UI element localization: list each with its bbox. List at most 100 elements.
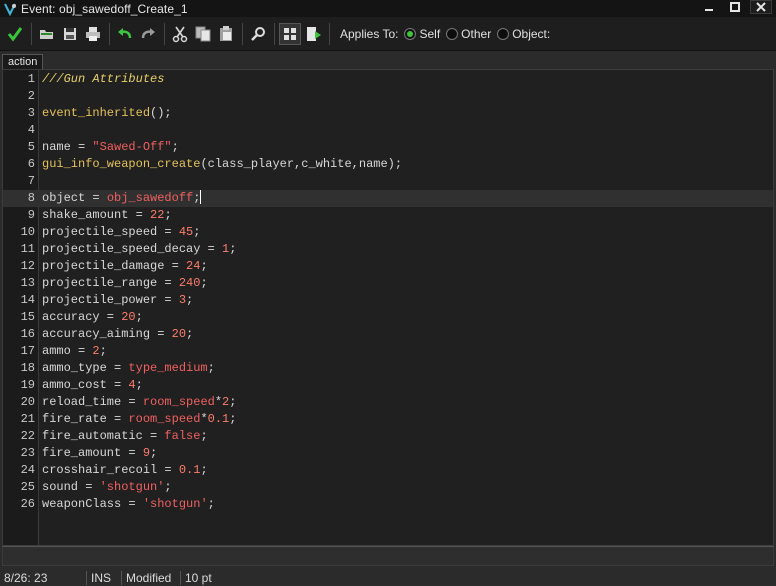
toolbar-separator: [164, 22, 165, 45]
open-button[interactable]: [36, 23, 58, 45]
line-number: 23: [20, 446, 35, 460]
object-radio[interactable]: [497, 27, 510, 40]
code-line: 24 crosshair_recoil = 0.1;: [3, 462, 773, 479]
magnifier-icon: [251, 26, 265, 41]
line-number: 17: [20, 344, 35, 358]
code-line: 12 projectile_damage = 24;: [3, 258, 773, 275]
code-line: 4: [3, 122, 773, 139]
horizontal-scrollbar[interactable]: [2, 546, 774, 566]
line-number: 19: [20, 378, 35, 392]
toolbar-separator: [31, 22, 32, 45]
line-number: 21: [20, 412, 35, 426]
close-button[interactable]: [750, 0, 772, 14]
line-number: 2: [27, 89, 35, 103]
string-literal: "Sawed-Off": [92, 140, 172, 154]
toolbar: Applies To: Self Other Object:: [0, 17, 776, 51]
code-text: reload_time =: [42, 395, 143, 409]
code-text: ;: [186, 293, 194, 307]
code-text: ammo =: [42, 344, 93, 358]
code-line: 3 event_inherited();: [3, 105, 773, 122]
code-text: projectile_power =: [42, 293, 179, 307]
line-number: 1: [27, 72, 35, 86]
cut-button[interactable]: [169, 23, 191, 45]
code-text: ;: [193, 191, 201, 205]
line-number: 22: [20, 429, 35, 443]
code-line: 13 projectile_range = 240;: [3, 275, 773, 292]
code-text: projectile_damage =: [42, 259, 187, 273]
code-line: 17 ammo = 2;: [3, 343, 773, 360]
line-number: 12: [20, 259, 35, 273]
print-button[interactable]: [82, 23, 104, 45]
code-text: (class_player,c_white,name);: [200, 157, 403, 171]
line-number: 13: [20, 276, 35, 290]
code-line: 9 shake_amount = 22;: [3, 207, 773, 224]
other-radio[interactable]: [446, 27, 459, 40]
number-literal: 9: [142, 446, 151, 460]
minimize-button[interactable]: [698, 0, 720, 14]
code-text: ;: [200, 463, 208, 477]
code-text: ;: [207, 361, 215, 375]
find-button[interactable]: [247, 23, 269, 45]
save-icon: [64, 27, 76, 40]
code-line: 10 projectile_speed = 45;: [3, 224, 773, 241]
code-text: ;: [229, 242, 237, 256]
code-text: ;: [229, 412, 237, 426]
line-number: 8: [27, 191, 35, 205]
maximize-button[interactable]: [724, 0, 746, 14]
copy-button[interactable]: [192, 23, 214, 45]
line-number: 11: [20, 242, 35, 256]
operator: *: [200, 412, 208, 426]
code-editor[interactable]: 1 ///Gun Attributes 2 3 event_inherited();…: [2, 69, 774, 546]
object-radio-label: Object:: [512, 26, 551, 41]
close-icon: [756, 2, 766, 12]
toggle-outline-button[interactable]: [279, 22, 301, 45]
tab-strip: action: [0, 52, 776, 69]
undo-icon: [118, 27, 132, 38]
code-text: sound =: [42, 480, 100, 494]
toolbar-separator: [274, 22, 275, 45]
run-button[interactable]: [302, 23, 324, 45]
line-number: 16: [20, 327, 35, 341]
applies-other-option[interactable]: Other: [446, 27, 491, 41]
number-literal: 240: [178, 276, 201, 290]
line-number: 6: [27, 157, 35, 171]
function-call: gui_info_weapon_create: [42, 157, 201, 171]
code-text: accuracy_aiming =: [42, 327, 172, 341]
code-text: projectile_speed_decay =: [42, 242, 223, 256]
number-literal: 0.1: [178, 463, 201, 477]
applies-object-option[interactable]: Object:: [497, 27, 550, 41]
maximize-icon: [730, 2, 740, 12]
code-text: fire_rate =: [42, 412, 129, 426]
code-text: ammo_cost =: [42, 378, 129, 392]
undo-button[interactable]: [114, 23, 136, 45]
code-text: name =: [42, 140, 93, 154]
minimize-icon: [705, 9, 713, 11]
code-text: ;: [193, 225, 201, 239]
tab-action[interactable]: action: [2, 54, 44, 69]
copy-icon: [195, 26, 211, 41]
applies-self-option[interactable]: Self: [404, 27, 440, 41]
save-button[interactable]: [59, 23, 81, 45]
line-number: 4: [27, 123, 35, 137]
code-text: object =: [42, 191, 107, 205]
ok-button[interactable]: [4, 23, 26, 45]
paste-button[interactable]: [215, 23, 237, 45]
self-radio[interactable]: [404, 27, 417, 40]
code-text: crosshair_recoil =: [42, 463, 179, 477]
checkmark-icon: [7, 26, 23, 41]
code-line: 2: [3, 88, 773, 105]
code-line: 23 fire_amount = 9;: [3, 445, 773, 462]
number-literal: 0.1: [207, 412, 230, 426]
resource-name: obj_sawedoff: [106, 191, 194, 205]
number-literal: 3: [178, 293, 187, 307]
code-line: 1 ///Gun Attributes: [3, 71, 773, 88]
number-literal: 20: [121, 310, 136, 324]
line-number: 14: [20, 293, 35, 307]
code-text: fire_amount =: [42, 446, 143, 460]
code-text: accuracy =: [42, 310, 122, 324]
redo-button[interactable]: [137, 23, 159, 45]
document-arrow-icon: [307, 26, 321, 41]
toolbar-separator: [242, 22, 243, 45]
code-line: 18 ammo_type = type_medium;: [3, 360, 773, 377]
code-text: ;: [135, 378, 143, 392]
